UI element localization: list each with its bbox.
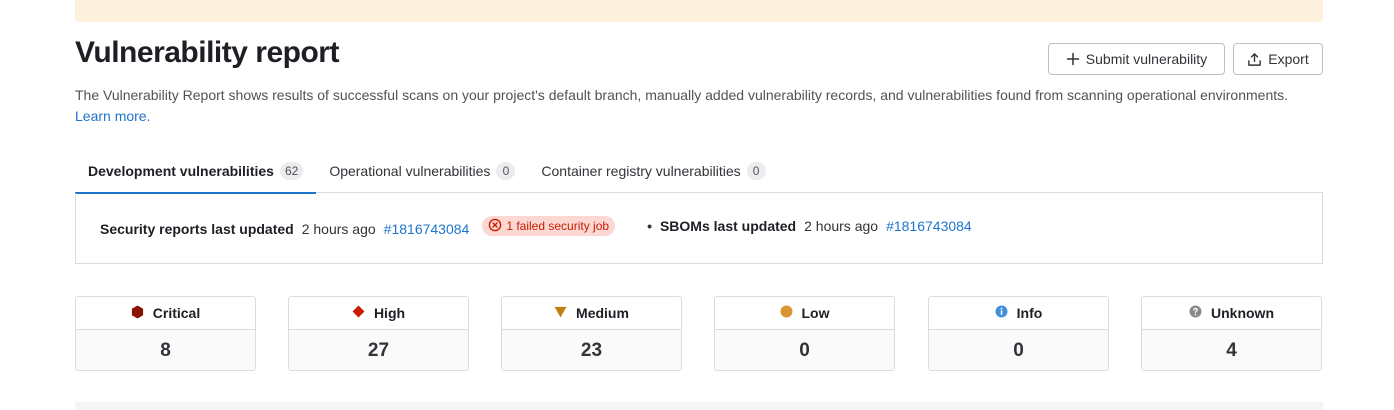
severity-label: High — [373, 305, 406, 321]
export-button[interactable]: Export — [1233, 43, 1323, 75]
sbom-status: SBOMs last updated 2 hours ago #18167430… — [660, 218, 972, 234]
tab-container-registry-vulnerabilities[interactable]: Container registry vulnerabilities 0 — [528, 148, 778, 193]
medium-icon — [554, 305, 567, 321]
severity-label: Critical — [152, 305, 201, 321]
export-icon — [1247, 52, 1262, 67]
severity-card-header: High — [289, 297, 468, 330]
tab-operational-vulnerabilities[interactable]: Operational vulnerabilities 0 — [316, 148, 528, 193]
severity-card-high[interactable]: High 27 — [288, 296, 469, 371]
page-description: The Vulnerability Report shows results o… — [75, 85, 1315, 127]
severity-card-unknown[interactable]: Unknown 4 — [1141, 296, 1322, 371]
sbom-time: 2 hours ago — [804, 218, 879, 234]
severity-card-medium[interactable]: Medium 23 — [501, 296, 682, 371]
low-icon — [780, 305, 793, 321]
learn-more-link[interactable]: Learn more. — [75, 108, 150, 124]
failed-security-job-badge[interactable]: 1 failed security job — [482, 216, 616, 236]
security-reports-time: 2 hours ago — [301, 221, 376, 237]
severity-card-low[interactable]: Low 0 — [714, 296, 895, 371]
severity-count: 23 — [502, 330, 681, 370]
severity-label: Info — [1016, 305, 1043, 321]
scan-status-panel: Security reports last updated 2 hours ag… — [75, 193, 1323, 264]
severity-counts: Critical 8 High 27 Medium 23 Low 0 Info … — [75, 296, 1323, 371]
failed-job-label: 1 failed security job — [506, 219, 610, 233]
critical-icon — [131, 305, 144, 322]
severity-card-header: Unknown — [1142, 297, 1321, 330]
severity-count: 8 — [76, 330, 255, 370]
severity-label: Unknown — [1211, 305, 1274, 321]
tab-label: Container registry vulnerabilities — [541, 162, 741, 179]
tab-count-badge: 0 — [746, 161, 766, 180]
tab-label: Operational vulnerabilities — [329, 162, 491, 179]
severity-count: 0 — [715, 330, 894, 370]
severity-card-header: Info — [929, 297, 1108, 330]
description-text: The Vulnerability Report shows results o… — [75, 87, 1289, 103]
severity-label: Low — [801, 305, 830, 321]
error-circle-icon — [488, 218, 502, 235]
tab-development-vulnerabilities[interactable]: Development vulnerabilities 62 — [75, 148, 317, 194]
security-pipeline-link[interactable]: #1816743084 — [384, 221, 470, 237]
filters-bar-edge — [75, 402, 1323, 410]
separator-bullet: • — [647, 218, 652, 234]
tab-label: Development vulnerabilities — [88, 162, 274, 179]
security-reports-label: Security reports last updated — [100, 221, 294, 237]
vulnerability-tabs: Development vulnerabilities 62 Operation… — [75, 148, 1323, 194]
tab-count-badge: 0 — [496, 161, 516, 180]
plus-icon — [1066, 52, 1080, 66]
severity-card-info[interactable]: Info 0 — [928, 296, 1109, 371]
severity-card-critical[interactable]: Critical 8 — [75, 296, 256, 371]
severity-count: 4 — [1142, 330, 1321, 370]
submit-vulnerability-button[interactable]: Submit vulnerability — [1048, 43, 1225, 75]
sbom-pipeline-link[interactable]: #1816743084 — [886, 218, 972, 234]
top-alert-banner — [75, 0, 1323, 22]
unknown-icon — [1189, 305, 1202, 321]
submit-vulnerability-label: Submit vulnerability — [1085, 51, 1208, 67]
info-icon — [995, 305, 1008, 321]
export-label: Export — [1268, 51, 1309, 67]
severity-count: 27 — [289, 330, 468, 370]
scan-status-row: Security reports last updated 2 hours ag… — [100, 216, 972, 239]
severity-count: 0 — [929, 330, 1108, 370]
tab-count-badge: 62 — [279, 161, 304, 180]
severity-card-header: Medium — [502, 297, 681, 330]
severity-label: Medium — [576, 305, 629, 321]
severity-card-header: Low — [715, 297, 894, 330]
sbom-label: SBOMs last updated — [659, 218, 797, 234]
page-title: Vulnerability report — [75, 36, 339, 69]
severity-card-header: Critical — [76, 297, 255, 330]
high-icon — [352, 305, 365, 321]
